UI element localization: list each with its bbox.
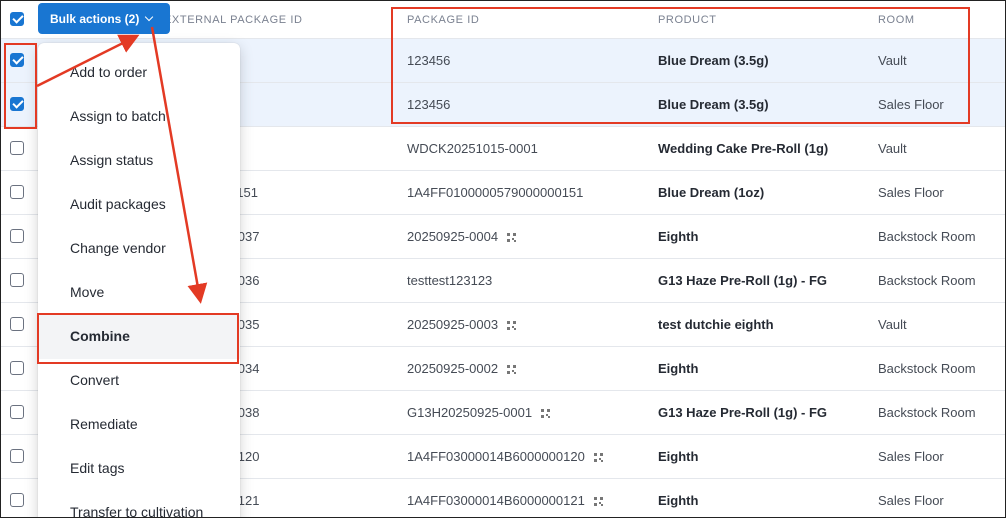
packages-screen: EXTERNAL PACKAGE ID PACKAGE ID PRODUCT R… <box>0 0 1006 518</box>
annotation-arrows <box>36 26 208 304</box>
arrow-to-bulk-actions <box>36 34 140 88</box>
arrow-to-combine <box>150 26 208 304</box>
